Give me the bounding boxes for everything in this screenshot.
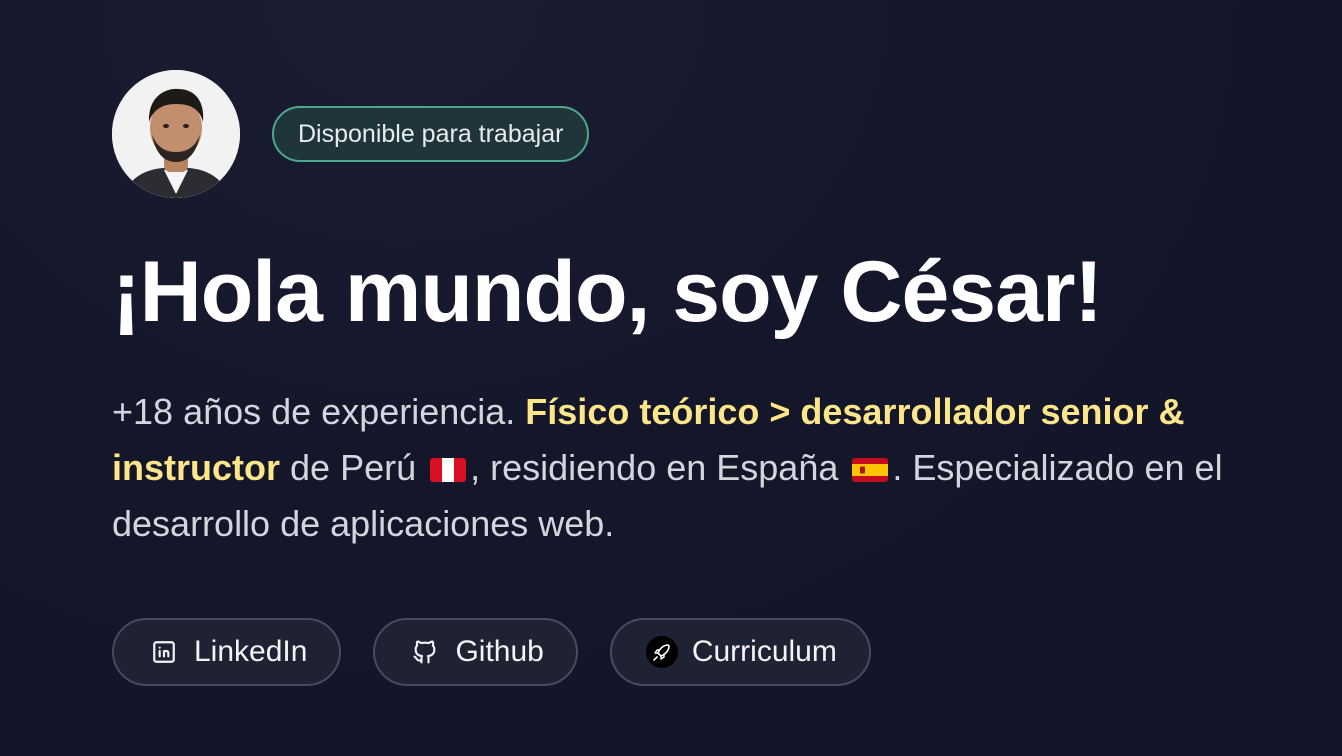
avatar	[112, 70, 240, 198]
spain-flag-icon	[852, 458, 889, 482]
intro-text-residence: , residiendo en España	[470, 447, 849, 488]
rocket-icon	[645, 636, 678, 668]
intro-paragraph: +18 años de experiencia. Físico teórico …	[112, 384, 1282, 552]
linkedin-button[interactable]: LinkedIn	[112, 618, 342, 686]
peru-flag-icon	[430, 458, 467, 482]
github-label: Github	[455, 635, 544, 668]
linkedin-label: LinkedIn	[194, 635, 308, 668]
status-badge: Disponible para trabajar	[272, 106, 590, 162]
github-button[interactable]: Github	[373, 618, 578, 686]
person-photo-icon	[112, 70, 240, 198]
curriculum-label: Curriculum	[691, 635, 837, 668]
github-icon	[409, 636, 441, 668]
curriculum-button[interactable]: Curriculum	[609, 618, 871, 686]
profile-row: Disponible para trabajar	[112, 70, 1292, 198]
social-links: LinkedIn Github Curriculum	[112, 618, 1292, 686]
intro-text-experience: +18 años de experiencia.	[112, 391, 526, 432]
linkedin-icon	[148, 636, 180, 668]
hero-section: Disponible para trabajar ¡Hola mundo, so…	[112, 70, 1292, 686]
page-title: ¡Hola mundo, soy César!	[112, 244, 1103, 340]
intro-text-country: de Perú	[280, 447, 427, 488]
